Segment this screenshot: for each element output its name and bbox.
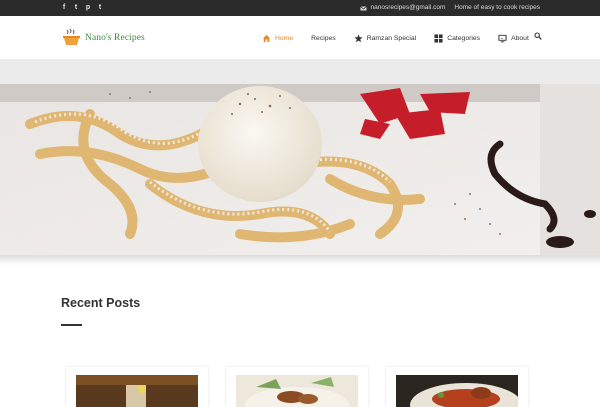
main-nav: Home Recipes Ramzan Special Categories A… <box>262 30 547 46</box>
monitor-icon <box>498 34 507 42</box>
nav-categories[interactable]: Categories <box>434 33 481 43</box>
home-icon <box>262 34 271 42</box>
facebook-icon[interactable]: f <box>61 3 67 13</box>
twitter-icon[interactable]: t <box>73 3 79 13</box>
post-card-2[interactable] <box>226 367 368 407</box>
tumblr-icon[interactable]: t <box>97 3 103 13</box>
site-tagline: Home of easy to cook recipes <box>454 4 540 11</box>
top-bar: f t p t nanosrecipes@gmail.com Home of e… <box>0 0 600 16</box>
hero-shadow <box>0 255 600 265</box>
nav-recipes-label: Recipes <box>311 34 336 42</box>
cooking-pot-icon <box>63 28 80 45</box>
brand-name: Nano's Recipes <box>85 32 145 43</box>
hero-image <box>0 84 600 255</box>
email-text: nanosrecipes@gmail.com <box>370 4 446 11</box>
envelope-icon <box>360 5 368 10</box>
post-thumbnail-3[interactable] <box>396 375 518 407</box>
site-logo[interactable]: Nano's Recipes <box>62 28 145 47</box>
header-strip <box>0 60 600 84</box>
post-thumbnail-2[interactable] <box>236 375 358 407</box>
search-icon[interactable] <box>534 32 542 40</box>
pinterest-icon[interactable]: p <box>85 3 91 13</box>
recent-posts-heading: Recent Posts <box>61 296 141 310</box>
nav-about-label: About <box>511 34 529 42</box>
nav-ramzan-special[interactable]: Ramzan Special <box>354 33 417 43</box>
grid-icon <box>434 33 443 43</box>
post-thumbnail-1[interactable] <box>76 375 198 407</box>
post-card-3[interactable] <box>386 367 528 407</box>
nav-home-label: Home <box>275 34 294 42</box>
star-icon <box>354 33 363 42</box>
nav-ramzan-label: Ramzan Special <box>366 34 417 42</box>
dessert-photo <box>0 84 600 255</box>
email-link[interactable]: nanosrecipes@gmail.com <box>360 3 445 13</box>
site-header: Nano's Recipes Home Recipes Ramzan Speci… <box>0 16 600 60</box>
nav-categories-label: Categories <box>447 34 481 42</box>
heading-underline <box>61 324 82 326</box>
nav-recipes[interactable]: Recipes <box>311 35 336 42</box>
nav-about[interactable]: About <box>498 34 529 43</box>
social-links: f t p t <box>61 3 103 13</box>
post-card-1[interactable] <box>66 367 208 407</box>
nav-home[interactable]: Home <box>262 34 293 43</box>
